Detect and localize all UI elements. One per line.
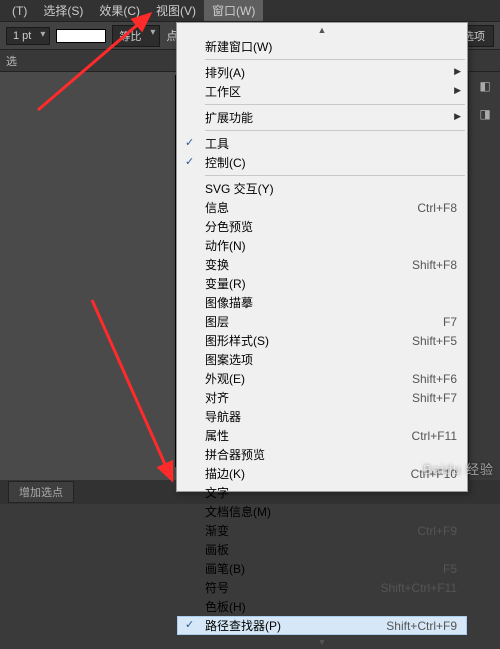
menu-item-label: 图形样式(S): [205, 332, 396, 349]
menu-item[interactable]: 对齐Shift+F7: [177, 388, 467, 407]
menu-item-shortcut: Shift+Ctrl+F9: [370, 619, 457, 633]
right-panel-dock: ◧ ◨: [468, 72, 500, 480]
stroke-preview[interactable]: [56, 29, 106, 43]
menu-item[interactable]: 动作(N): [177, 236, 467, 255]
menu-item-shortcut: F5: [427, 562, 457, 576]
menu-item-label: 导航器: [205, 408, 457, 425]
menu-item-label: 变换: [205, 256, 396, 273]
menu-item-label: 文档信息(M): [205, 503, 457, 520]
menu-item-label: 图案选项: [205, 351, 457, 368]
menu-item-shortcut: Shift+F8: [396, 258, 457, 272]
menu-item-shortcut: Shift+F6: [396, 372, 457, 386]
menu-item-label: 色板(H): [205, 598, 457, 615]
menu-item-label: 图层: [205, 313, 427, 330]
menu-item[interactable]: 符号Shift+Ctrl+F11: [177, 578, 467, 597]
menu-scroll-up[interactable]: ▲: [177, 23, 467, 37]
menu-item-label: 图像描摹: [205, 294, 457, 311]
menu-item-label: 工作区: [205, 83, 457, 100]
menu-item[interactable]: 分色预览: [177, 217, 467, 236]
menu-item[interactable]: 图形样式(S)Shift+F5: [177, 331, 467, 350]
menu-item[interactable]: 图案选项: [177, 350, 467, 369]
menu-item-label: 拼合器预览: [205, 446, 457, 463]
menu-item[interactable]: ✓ 工具: [177, 134, 467, 153]
menu-item-label: 新建窗口(W): [205, 38, 457, 55]
menu-item[interactable]: 渐变Ctrl+F9: [177, 521, 467, 540]
check-icon: ✓: [185, 136, 194, 149]
menu-item-label: 信息: [205, 199, 401, 216]
menu-item[interactable]: 排列(A)▶: [177, 63, 467, 82]
panel-icon-1[interactable]: ◧: [469, 72, 500, 100]
menu-item[interactable]: 画笔(B)F5: [177, 559, 467, 578]
menu-item-shortcut: Ctrl+F9: [401, 524, 457, 538]
menu-item-label: 控制(C): [205, 154, 457, 171]
check-icon: ✓: [185, 618, 194, 631]
menu-item[interactable]: 图层F7: [177, 312, 467, 331]
menu-item[interactable]: 新建窗口(W): [177, 37, 467, 56]
submenu-arrow-icon: ▶: [454, 66, 461, 77]
menu-item-label: 外观(E): [205, 370, 396, 387]
panel-icon-2[interactable]: ◨: [469, 100, 500, 128]
menubar: (T) 选择(S) 效果(C) 视图(V) 窗口(W): [0, 0, 500, 22]
menu-item-shortcut: Ctrl+F8: [401, 201, 457, 215]
menu-item[interactable]: 扩展功能▶: [177, 108, 467, 127]
menu-item[interactable]: ✓ 控制(C): [177, 153, 467, 172]
menu-item[interactable]: ✓ 路径查找器(P)Shift+Ctrl+F9: [177, 616, 467, 635]
menu-separator: [205, 175, 465, 176]
tab-label[interactable]: 选: [6, 53, 17, 69]
watermark: Baidu 经验: [423, 459, 494, 478]
menu-item-effect[interactable]: 效果(C): [91, 0, 148, 21]
menu-scroll-down[interactable]: ▼: [177, 635, 467, 649]
menu-item-label: 画板: [205, 541, 457, 558]
stroke-variance-select[interactable]: 等比: [112, 25, 160, 47]
menu-item-label: 渐变: [205, 522, 401, 539]
menu-item[interactable]: 变换Shift+F8: [177, 255, 467, 274]
menu-item-label: 排列(A): [205, 64, 457, 81]
menu-item-shortcut: Shift+F5: [396, 334, 457, 348]
menu-item[interactable]: 属性Ctrl+F11: [177, 426, 467, 445]
menu-item[interactable]: 外观(E)Shift+F6: [177, 369, 467, 388]
menu-item[interactable]: 信息Ctrl+F8: [177, 198, 467, 217]
menu-item[interactable]: 变量(R): [177, 274, 467, 293]
submenu-arrow-icon: ▶: [454, 111, 461, 122]
submenu-arrow-icon: ▶: [454, 85, 461, 96]
menu-item[interactable]: 工作区▶: [177, 82, 467, 101]
menu-item-t[interactable]: (T): [4, 2, 35, 20]
stroke-weight-select[interactable]: 1 pt: [6, 27, 50, 45]
menu-separator: [205, 130, 465, 131]
menu-item-view[interactable]: 视图(V): [148, 0, 204, 21]
window-menu-dropdown: ▲ 新建窗口(W)排列(A)▶工作区▶扩展功能▶✓工具✓控制(C)SVG 交互(…: [176, 22, 468, 492]
menu-item-label: 对齐: [205, 389, 396, 406]
check-icon: ✓: [185, 155, 194, 168]
menu-item[interactable]: SVG 交互(Y): [177, 179, 467, 198]
menu-item-shortcut: F7: [427, 315, 457, 329]
menu-item-label: 扩展功能: [205, 109, 457, 126]
menu-item[interactable]: 导航器: [177, 407, 467, 426]
menu-item-label: 画笔(B): [205, 560, 427, 577]
status-button[interactable]: 增加选点: [8, 481, 74, 503]
menu-item-label: 属性: [205, 427, 396, 444]
menu-item-label: 路径查找器(P): [205, 617, 370, 634]
menu-separator: [205, 104, 465, 105]
menu-item-label: 分色预览: [205, 218, 457, 235]
menu-item[interactable]: 文字: [177, 483, 467, 502]
menu-item-window[interactable]: 窗口(W): [204, 0, 263, 21]
menu-item-label: 描边(K): [205, 465, 395, 482]
menu-item[interactable]: 图像描摹: [177, 293, 467, 312]
menu-item[interactable]: 文档信息(M): [177, 502, 467, 521]
menu-item-shortcut: Shift+Ctrl+F11: [365, 581, 457, 595]
menu-item-label: 变量(R): [205, 275, 457, 292]
menu-item-shortcut: Shift+F7: [396, 391, 457, 405]
menu-item[interactable]: 色板(H): [177, 597, 467, 616]
menu-item[interactable]: 画板: [177, 540, 467, 559]
menu-item-select[interactable]: 选择(S): [35, 0, 91, 21]
menu-item-label: SVG 交互(Y): [205, 180, 457, 197]
menu-item-shortcut: Ctrl+F11: [396, 429, 457, 443]
menu-item-label: 工具: [205, 135, 457, 152]
menu-item-label: 符号: [205, 579, 365, 596]
menu-separator: [205, 59, 465, 60]
menu-item-label: 动作(N): [205, 237, 457, 254]
menu-item-label: 文字: [205, 484, 457, 501]
